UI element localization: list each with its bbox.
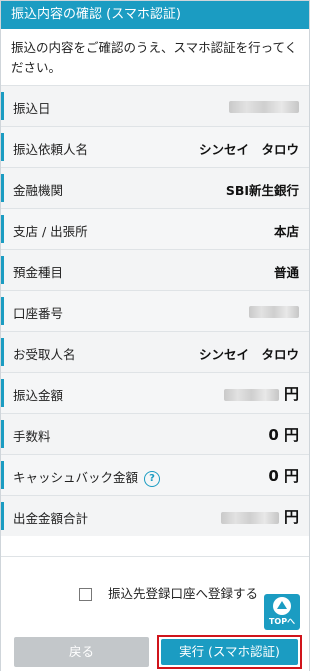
cashback-value: 0 円: [268, 465, 299, 486]
register-payee-checkbox[interactable]: [79, 588, 92, 601]
register-payee-option[interactable]: 振込先登録口座へ登録する: [79, 583, 258, 602]
arrow-up-icon: [273, 597, 291, 615]
branch-label: 支店 / 出張所: [13, 224, 88, 239]
execute-button-highlight: 実行 (スマホ認証): [157, 635, 302, 669]
row-total-withdrawal: 出金金額合計 円: [1, 495, 309, 536]
transfer-amount-value: 円: [223, 383, 299, 404]
transfer-date-value: [229, 98, 299, 113]
row-account-number: 口座番号: [1, 290, 309, 331]
total-withdrawal-unit: 円: [283, 508, 299, 526]
back-to-top-label: TOPへ: [268, 617, 296, 626]
row-accent-bar: [1, 379, 4, 407]
requester-name-value: シンセイ タロウ: [198, 142, 299, 157]
row-accent-bar: [1, 256, 4, 284]
back-to-top-button[interactable]: TOPへ: [264, 594, 300, 630]
row-accent-bar: [1, 174, 4, 202]
execute-button[interactable]: 実行 (スマホ認証): [161, 639, 298, 665]
row-transfer-date: 振込日: [1, 85, 309, 126]
register-payee-label: 振込先登録口座へ登録する: [107, 586, 258, 601]
row-requester-name: 振込依頼人名 シンセイ タロウ: [1, 126, 309, 167]
transfer-date-label: 振込日: [13, 101, 51, 116]
row-fee: 手数料 0 円: [1, 413, 309, 454]
row-accent-bar: [1, 92, 4, 120]
question-icon[interactable]: ?: [144, 470, 161, 487]
fee-amount: 0: [268, 426, 279, 444]
row-accent-bar: [1, 338, 4, 366]
row-accent-bar: [1, 297, 4, 325]
bank-value: SBI新生銀行: [225, 183, 299, 198]
total-withdrawal-label: 出金金額合計: [13, 511, 89, 526]
transfer-details: 振込日 振込依頼人名 シンセイ タロウ 金融機関 SBI新生銀行 支店 / 出張…: [1, 85, 309, 536]
bank-label: 金融機関: [13, 183, 64, 198]
branch-value: 本店: [273, 224, 299, 239]
transfer-amount-label: 振込金額: [13, 388, 64, 403]
account-number-label: 口座番号: [13, 306, 64, 321]
row-recipient-name: お受取人名 シンセイ タロウ: [1, 331, 309, 372]
back-button[interactable]: 戻る: [14, 637, 149, 667]
cashback-unit: 円: [283, 467, 299, 485]
requester-name-label: 振込依頼人名: [13, 142, 89, 157]
recipient-name-value: シンセイ タロウ: [198, 347, 299, 362]
total-withdrawal-value: 円: [220, 506, 299, 527]
action-area: 振込先登録口座へ登録する TOPへ 戻る 実行 (スマホ認証): [1, 556, 309, 671]
row-branch: 支店 / 出張所 本店: [1, 208, 309, 249]
row-accent-bar: [1, 133, 4, 161]
row-accent-bar: [1, 502, 4, 530]
cashback-label-text: キャッシュバック金額: [13, 470, 139, 485]
account-type-label: 預金種目: [13, 265, 64, 280]
row-accent-bar: [1, 420, 4, 448]
fee-value: 0 円: [268, 424, 299, 445]
recipient-name-label: お受取人名: [13, 347, 76, 362]
fee-unit: 円: [283, 426, 299, 444]
page-title: 振込内容の確認 (スマホ認証): [11, 7, 181, 22]
cashback-label: キャッシュバック金額?: [13, 467, 161, 487]
fee-label: 手数料: [13, 429, 51, 444]
row-cashback: キャッシュバック金額? 0 円: [1, 454, 309, 495]
row-bank: 金融機関 SBI新生銀行: [1, 167, 309, 208]
row-accent-bar: [1, 461, 4, 489]
row-transfer-amount: 振込金額 円: [1, 372, 309, 413]
account-type-value: 普通: [273, 265, 299, 280]
intro-text: 振込の内容をご確認のうえ、スマホ認証を行ってください。: [11, 40, 298, 75]
account-number-value: [249, 303, 299, 318]
transfer-amount-unit: 円: [283, 385, 299, 403]
row-account-type: 預金種目 普通: [1, 249, 309, 290]
page-header: 振込内容の確認 (スマホ認証): [1, 1, 309, 29]
row-accent-bar: [1, 215, 4, 243]
cashback-amount: 0: [268, 467, 279, 485]
